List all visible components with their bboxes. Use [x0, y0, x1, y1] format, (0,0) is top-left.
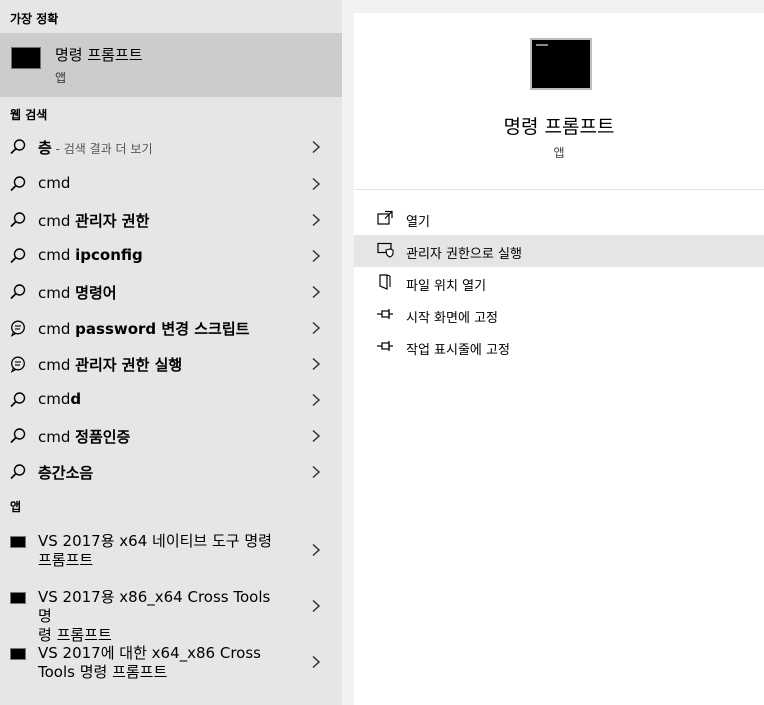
chevron-right-icon [312, 357, 321, 371]
app-result-item[interactable]: VS 2017에 대한 x64_x86 Cross Tools 명령 프롬프트 [0, 642, 342, 698]
app-label-line: VS 2017용 x64 네이티브 도구 명령 [38, 532, 272, 550]
web-result-item[interactable]: cmd [0, 166, 342, 202]
search-icon [10, 428, 26, 444]
action-open[interactable]: 열기 [354, 203, 764, 235]
web-result-item[interactable]: 층간소음 [0, 454, 342, 490]
web-result-prefix: cmd [38, 284, 76, 302]
chevron-right-icon [312, 393, 321, 407]
action-label: 관리자 권한으로 실행 [406, 247, 522, 262]
web-result-item[interactable]: 층 - 검색 결과 더 보기 [0, 129, 342, 165]
chevron-right-icon [312, 543, 321, 557]
search-icon [10, 284, 26, 300]
command-prompt-icon [10, 592, 26, 604]
chevron-right-icon [312, 140, 321, 154]
web-result-item[interactable]: cmd 관리자 권한 [0, 202, 342, 238]
web-result-prefix: cmd [38, 212, 76, 230]
command-prompt-icon [10, 648, 26, 660]
web-result-item[interactable]: cmd 정품인증 [0, 418, 342, 454]
detail-title: 명령 프롬프트 [503, 116, 615, 138]
search-icon [10, 139, 26, 155]
action-label: 작업 표시줄에 고정 [406, 343, 510, 358]
pin-icon [377, 341, 393, 351]
best-match-item[interactable]: 명령 프롬프트 앱 [0, 33, 342, 97]
search-icon [10, 392, 26, 408]
search-icon [10, 212, 26, 228]
web-result-query: 관리자 권한 실행 [75, 356, 183, 374]
chevron-right-icon [312, 465, 321, 479]
app-result-label: VS 2017용 x86_x64 Cross Tools 명령 프롬프트 [38, 588, 288, 645]
command-prompt-icon [10, 536, 26, 548]
app-label-line: VS 2017에 대한 x64_x86 Cross [38, 644, 261, 662]
chevron-right-icon [312, 321, 321, 335]
open-icon [377, 210, 393, 225]
web-result-item[interactable]: cmd ipconfig [0, 238, 342, 274]
web-result-query: 관리자 권한 [75, 212, 150, 230]
best-match-subtitle: 앱 [55, 71, 67, 85]
action-label: 파일 위치 열기 [406, 279, 487, 294]
action-pin-to-start[interactable]: 시작 화면에 고정 [354, 299, 764, 331]
web-result-prefix: cmd [38, 246, 76, 264]
web-result-query: 층 [38, 139, 52, 157]
web-result-item[interactable]: cmd 관리자 권한 실행 [0, 346, 342, 382]
web-result-prefix: cmd [38, 428, 76, 446]
web-result-query: 층간소음 [38, 464, 94, 482]
action-pin-to-taskbar[interactable]: 작업 표시줄에 고정 [354, 331, 764, 363]
chevron-right-icon [312, 213, 321, 227]
web-result-query: d [70, 390, 82, 408]
chevron-right-icon [312, 655, 321, 669]
web-result-item[interactable]: cmdd [0, 382, 342, 418]
pin-icon [377, 309, 393, 319]
best-match-header: 가장 정확 [10, 12, 59, 26]
web-result-prefix: cmd [38, 390, 71, 408]
web-result-query: password 변경 스크립트 [75, 320, 250, 338]
app-label-line: Tools 명령 프롬프트 [38, 663, 168, 681]
chevron-right-icon [312, 429, 321, 443]
shield-icon [377, 242, 394, 258]
app-result-label: VS 2017용 x64 네이티브 도구 명령 프롬프트 [38, 532, 288, 570]
action-run-as-admin[interactable]: 관리자 권한으로 실행 [354, 235, 764, 267]
app-label-line: 프롬프트 [38, 551, 94, 569]
app-result-label: VS 2017에 대한 x64_x86 Cross Tools 명령 프롬프트 [38, 644, 288, 682]
command-prompt-large-icon [530, 38, 592, 90]
chevron-right-icon [312, 599, 321, 613]
search-results-panel: 가장 정확 명령 프롬프트 앱 웹 검색 층 - 검색 결과 더 보기 cmd … [0, 0, 342, 705]
detail-subtitle: 앱 [553, 146, 565, 160]
chat-icon [10, 320, 25, 337]
web-result-query: 명령어 [75, 284, 117, 302]
web-result-item[interactable]: cmd 명령어 [0, 274, 342, 310]
web-result-prefix: cmd [38, 356, 76, 374]
web-result-query: 정품인증 [75, 428, 131, 446]
action-label: 열기 [406, 215, 430, 230]
app-result-item[interactable]: VS 2017용 x64 네이티브 도구 명령 프롬프트 [0, 530, 342, 586]
apps-header: 앱 [10, 500, 22, 514]
detail-card: 명령 프롬프트 앱 열기 관리자 권한으로 실행 파일 위치 열기 시작 화면에… [354, 13, 764, 705]
chevron-right-icon [312, 177, 321, 191]
web-result-prefix: cmd [38, 320, 76, 338]
action-open-file-location[interactable]: 파일 위치 열기 [354, 267, 764, 299]
chat-icon [10, 356, 25, 373]
command-prompt-icon [11, 47, 41, 69]
chevron-right-icon [312, 249, 321, 263]
web-result-query: cmd [38, 174, 71, 192]
app-result-item[interactable]: VS 2017용 x86_x64 Cross Tools 명령 프롬프트 [0, 586, 342, 645]
search-icon [10, 248, 26, 264]
web-result-hint: - 검색 결과 더 보기 [51, 142, 153, 156]
search-icon [10, 464, 26, 480]
detail-panel: 명령 프롬프트 앱 열기 관리자 권한으로 실행 파일 위치 열기 시작 화면에… [342, 0, 764, 705]
web-result-query: ipconfig [75, 246, 143, 264]
file-location-icon [379, 274, 391, 290]
chevron-right-icon [312, 285, 321, 299]
action-label: 시작 화면에 고정 [406, 311, 498, 326]
app-label-line: VS 2017용 x86_x64 Cross Tools 명 [38, 588, 271, 625]
web-result-item[interactable]: cmd password 변경 스크립트 [0, 310, 342, 346]
search-icon [10, 176, 26, 192]
divider [354, 189, 764, 190]
web-search-header: 웹 검색 [10, 108, 48, 122]
best-match-title: 명령 프롬프트 [55, 46, 143, 64]
